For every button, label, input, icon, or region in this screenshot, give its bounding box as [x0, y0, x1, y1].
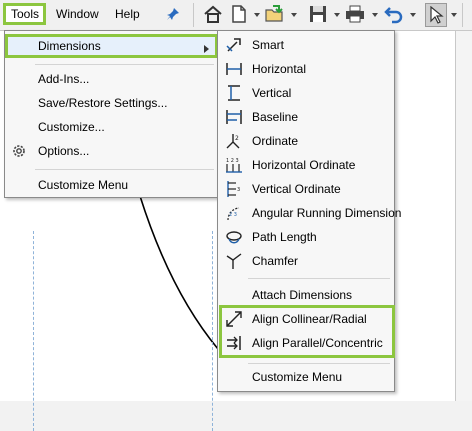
svg-text:1 2 3: 1 2 3	[226, 158, 239, 164]
svg-text:3: 3	[237, 187, 240, 193]
open-folder-icon[interactable]	[265, 4, 285, 24]
dim-item-path-length[interactable]: Path Length	[218, 225, 394, 249]
construction-guide-line	[33, 231, 34, 431]
menu-separator	[35, 169, 214, 170]
tools-menu-item-customize-menu[interactable]: Customize Menu	[5, 173, 218, 197]
menu-tools[interactable]: Tools	[3, 3, 46, 25]
dim-item-horizontal[interactable]: Horizontal	[218, 57, 394, 81]
path-length-icon	[226, 231, 242, 244]
dim-item-baseline[interactable]: Baseline	[218, 105, 394, 129]
toolbar-separator	[193, 3, 194, 27]
pointer-dropdown-arrow[interactable]	[451, 13, 457, 17]
print-dropdown-arrow[interactable]	[372, 13, 378, 17]
angular-running-dimension-icon: 2 3	[227, 207, 240, 221]
dim-item-vertical[interactable]: Vertical	[218, 81, 394, 105]
vertical-ordinate-icon: 3	[227, 181, 240, 197]
tools-menu-item-customize[interactable]: Customize...	[5, 115, 218, 139]
undo-dropdown-arrow[interactable]	[410, 13, 416, 17]
svg-text:2: 2	[235, 135, 239, 142]
vertical-dimension-icon	[228, 85, 240, 101]
submenu-arrow-icon	[204, 45, 209, 53]
toolbar-separator	[462, 3, 463, 27]
print-icon[interactable]	[345, 4, 365, 24]
tools-menu-item-save-restore-settings[interactable]: Save/Restore Settings...	[5, 91, 218, 115]
dim-item-angular-running-dimension[interactable]: 2 3 Angular Running Dimension	[218, 201, 401, 225]
dim-item-chamfer[interactable]: Chamfer	[218, 249, 394, 273]
menu-help[interactable]: Help	[110, 3, 145, 25]
new-dropdown-arrow[interactable]	[254, 13, 260, 17]
menu-separator	[35, 64, 214, 65]
svg-text:2 3: 2 3	[229, 212, 237, 218]
new-document-icon[interactable]	[229, 4, 249, 24]
dim-item-align-parallel-concentric[interactable]: Align Parallel/Concentric	[218, 331, 394, 355]
chamfer-icon	[226, 253, 242, 269]
gear-icon	[13, 145, 25, 157]
open-dropdown-arrow[interactable]	[291, 13, 297, 17]
right-panel-edge	[455, 31, 472, 401]
select-pointer-button[interactable]	[425, 3, 447, 27]
dim-item-ordinate[interactable]: 2 Ordinate	[218, 129, 394, 153]
ordinate-dimension-icon: 2	[226, 134, 240, 149]
menu-separator	[248, 278, 390, 279]
horizontal-dimension-icon	[226, 63, 242, 75]
dim-item-horizontal-ordinate[interactable]: 1 2 3 Horizontal Ordinate	[218, 153, 394, 177]
home-icon[interactable]	[203, 4, 223, 24]
dim-item-customize-menu[interactable]: Customize Menu	[218, 365, 394, 389]
save-icon[interactable]	[308, 4, 328, 24]
menu-bar: Tools Window Help	[0, 0, 472, 31]
pin-icon[interactable]	[166, 7, 180, 21]
tools-menu-item-options[interactable]: Options...	[5, 139, 218, 163]
dim-item-align-collinear-radial[interactable]: Align Collinear/Radial	[218, 307, 394, 331]
tools-menu-item-add-ins[interactable]: Add-Ins...	[5, 67, 218, 91]
dim-item-smart[interactable]: Smart	[218, 33, 394, 57]
tools-menu-item-dimensions[interactable]: Dimensions	[5, 34, 218, 58]
align-parallel-concentric-icon	[227, 336, 241, 350]
align-collinear-radial-icon	[226, 311, 242, 327]
dim-item-attach-dimensions[interactable]: Attach Dimensions	[218, 283, 394, 307]
smart-dimension-icon	[226, 38, 241, 52]
tools-menu: Dimensions Add-Ins... Save/Restore Setti…	[4, 30, 219, 198]
undo-icon[interactable]	[384, 4, 404, 24]
dim-item-vertical-ordinate[interactable]: 3 Vertical Ordinate	[218, 177, 394, 201]
baseline-dimension-icon	[226, 110, 242, 124]
select-pointer-icon	[430, 6, 444, 24]
construction-guide-line	[212, 231, 213, 431]
dimensions-submenu: Smart Horizontal Vertical Baseline 2 Ord…	[217, 30, 401, 392]
menu-window[interactable]: Window	[51, 3, 104, 25]
save-dropdown-arrow[interactable]	[334, 13, 340, 17]
menu-separator	[248, 363, 390, 364]
horizontal-ordinate-icon: 1 2 3	[226, 158, 242, 173]
